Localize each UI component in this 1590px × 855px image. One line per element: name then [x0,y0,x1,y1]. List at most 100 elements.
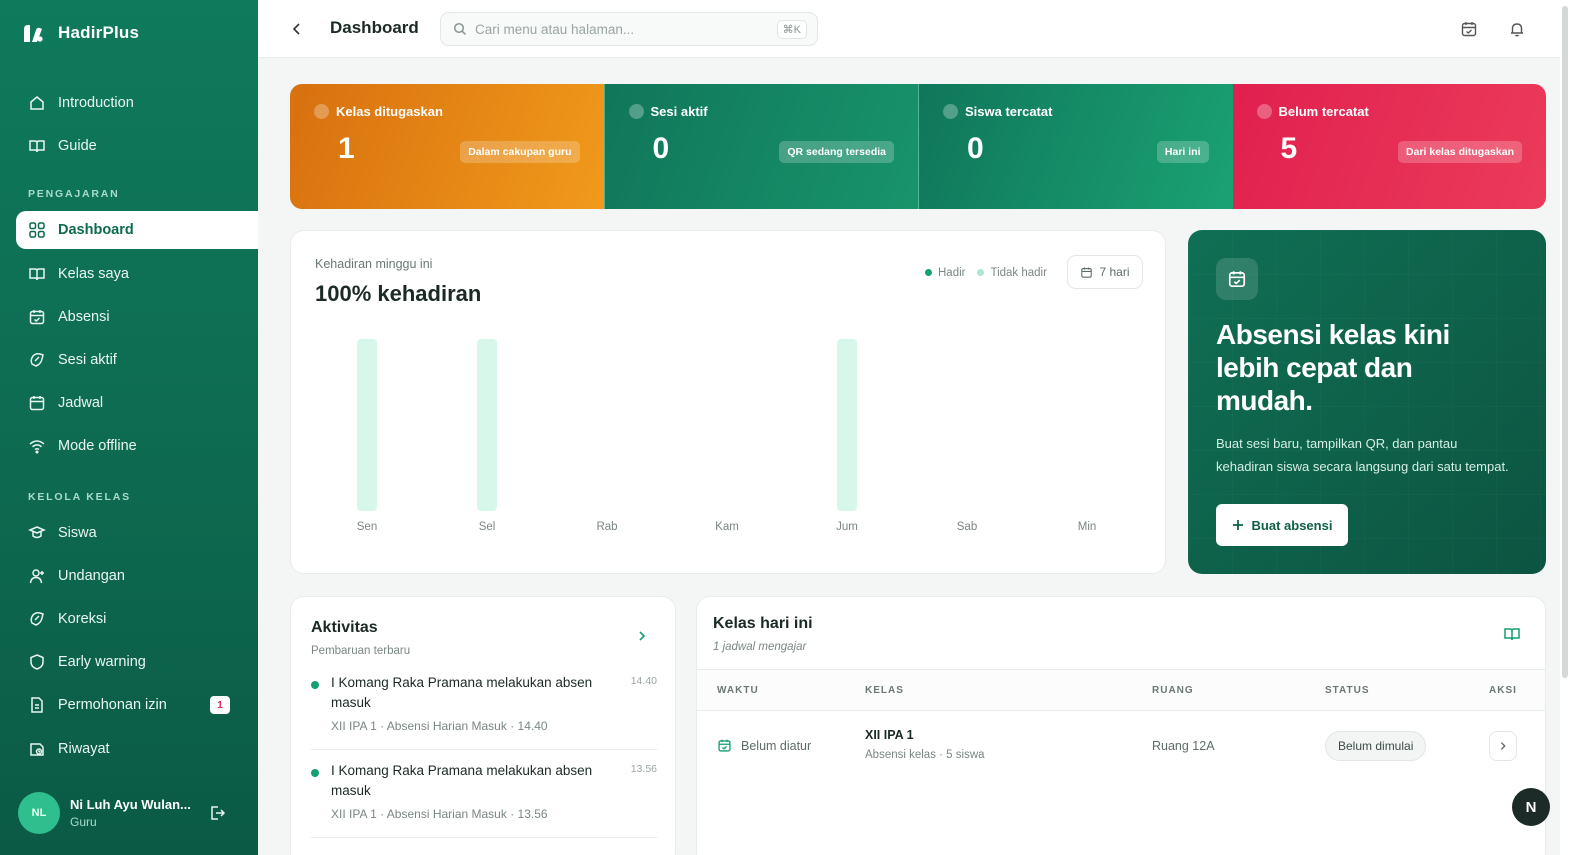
sidebar-item-koreksi[interactable]: Koreksi [16,600,258,638]
sidebar-item-introduction[interactable]: Introduction [16,84,258,122]
stat-label: Kelas ditugaskan [336,104,443,119]
section-label-pengajaran: PENGAJARAN [28,188,120,200]
chevron-right-icon [1500,742,1506,750]
table-header: WAKTU KELAS RUANG STATUS AKSI [697,669,1545,711]
stat-card-belum-tercatat[interactable]: Belum tercatat 5 Dari kelas ditugaskan [1232,84,1546,209]
stat-card-siswa-tercatat[interactable]: Siswa tercatat 0 Hari ini [918,84,1233,209]
bell-icon[interactable] [1508,20,1526,38]
x-tick-rab: Rab [596,521,617,533]
sidebar-item-undangan[interactable]: Undangan [16,557,258,595]
buat-absensi-button[interactable]: Buat absensi [1216,504,1348,546]
user-profile[interactable]: NL Ni Luh Ayu Wulan... Guru [18,792,191,834]
legend-item-tidak-hadir: Tidak hadir [977,267,1047,279]
sidebar-item-label: Mode offline [58,438,137,454]
attendance-bar-chart: Sen Sel Rab Kam Jum Sab Min [357,339,1097,533]
topbar: Dashboard ⌘K [258,0,1560,58]
stat-pill: Dalam cakupan guru [460,141,580,163]
promo-card: Absensi kelas kini lebih cepat dan mudah… [1188,230,1546,574]
stat-card-sesi-aktif[interactable]: Sesi aktif 0 QR sedang tersedia [603,84,918,209]
x-tick-min: Min [1078,521,1097,533]
book-icon [314,104,329,119]
user-icon [943,104,958,119]
sidebar-item-label: Early warning [58,654,146,670]
book-open-icon [29,140,45,153]
users-icon [28,526,46,539]
cell-kelas: XII IPA 1 [865,728,914,742]
avatar: NL [18,792,60,834]
kelas-title: Kelas hari ini [713,615,813,632]
col-kelas: KELAS [865,685,904,696]
sidebar-item-riwayat[interactable]: Riwayat [16,730,258,768]
calendar-icon [1081,266,1093,278]
chevron-left-icon[interactable] [288,20,306,38]
promo-text: Buat sesi baru, tampilkan QR, dan pantau… [1216,436,1509,474]
col-waktu: WAKTU [717,685,759,696]
range-select-button[interactable]: 7 hari [1067,255,1143,289]
stat-card-kelas-ditugaskan[interactable]: Kelas ditugaskan 1 Dalam cakupan guru [290,84,604,209]
sidebar-item-label: Guide [58,138,97,154]
bar-sen [357,339,377,511]
calendar-check-icon [29,310,45,325]
sidebar-item-siswa[interactable]: Siswa [16,514,258,552]
list-item[interactable]: I Komang Raka Pramana melakukan absen ma… [311,673,657,743]
sidebar-item-label: Introduction [58,95,134,111]
logout-icon[interactable] [208,804,226,822]
activity-meta: XII IPA 1 · Absensi Harian Masuk · 14.40 [331,719,548,733]
sidebar-item-permohonan-izin[interactable]: Permohonan izin 1 [16,686,258,724]
edit-icon [30,612,44,626]
user-name: Ni Luh Ayu Wulan... [70,797,191,812]
x-tick-jum: Jum [836,521,858,533]
floating-action-button[interactable]: N [1512,788,1550,826]
bar-jum [837,339,857,511]
sidebar-item-label: Undangan [58,568,125,584]
search-input[interactable] [475,21,775,37]
divider [311,837,657,838]
stat-label: Sesi aktif [650,104,708,119]
sidebar-item-absensi[interactable]: Absensi [16,298,258,336]
sidebar-item-dashboard[interactable]: Dashboard [16,211,258,249]
row-open-button[interactable] [1489,731,1517,761]
stat-value: 0 [967,132,984,165]
activity-subtitle: Pembaruan terbaru [311,645,411,657]
stat-value: 1 [338,132,355,165]
sidebar-item-label: Jadwal [58,395,104,411]
status-dot [311,769,319,777]
sidebar-item-label: Kelas saya [58,266,129,282]
chevron-right-icon[interactable] [635,629,649,643]
search-box[interactable]: ⌘K [440,12,818,46]
activity-time: 13.56 [630,763,657,775]
sidebar-item-label: Siswa [58,525,97,541]
sidebar-item-sesi-aktif[interactable]: Sesi aktif [16,341,258,379]
stat-cards: Kelas ditugaskan 1 Dalam cakupan guru Se… [290,84,1546,209]
section-label-kelola-kelas: KELOLA KELAS [28,491,131,503]
session-icon [30,353,44,367]
attendance-card: Kehadiran minggu ini 100% kehadiran Hadi… [290,230,1166,574]
book-open-icon[interactable] [1503,625,1521,643]
search-shortcut: ⌘K [776,20,807,39]
cell-waktu: Belum diatur [741,739,812,753]
sidebar-item-jadwal[interactable]: Jadwal [16,384,258,422]
sidebar: HadirPlus Introduction Guide PENGAJARAN … [0,0,258,855]
sidebar-item-guide[interactable]: Guide [16,127,258,165]
legend-item-hadir: Hadir [925,267,965,279]
session-icon [628,104,644,119]
divider [311,749,657,750]
user-plus-icon [29,569,44,584]
brand[interactable]: HadirPlus [22,22,139,44]
list-item[interactable]: I Komang Raka Pramana melakukan absen ma… [311,761,657,831]
stat-label: Siswa tercatat [965,104,1053,119]
x-tick-sab: Sab [957,521,977,533]
status-dot [311,681,319,689]
scrollbar-track[interactable] [1560,0,1590,855]
calendar-icon[interactable] [1460,20,1478,38]
activity-card: Aktivitas Pembaruan terbaru I Komang Rak… [290,596,676,855]
scrollbar-thumb[interactable] [1562,6,1568,678]
permohonan-izin-badge: 1 [210,696,230,714]
stat-pill: Hari ini [1156,141,1209,163]
sidebar-item-label: Sesi aktif [58,352,117,368]
x-tick-sen: Sen [357,521,377,533]
sidebar-item-kelas-saya[interactable]: Kelas saya [16,255,258,293]
sidebar-item-early-warning[interactable]: Early warning [16,643,258,681]
chart-legend: Hadir Tidak hadir [925,267,1047,279]
sidebar-item-mode-offline[interactable]: Mode offline [16,427,258,465]
